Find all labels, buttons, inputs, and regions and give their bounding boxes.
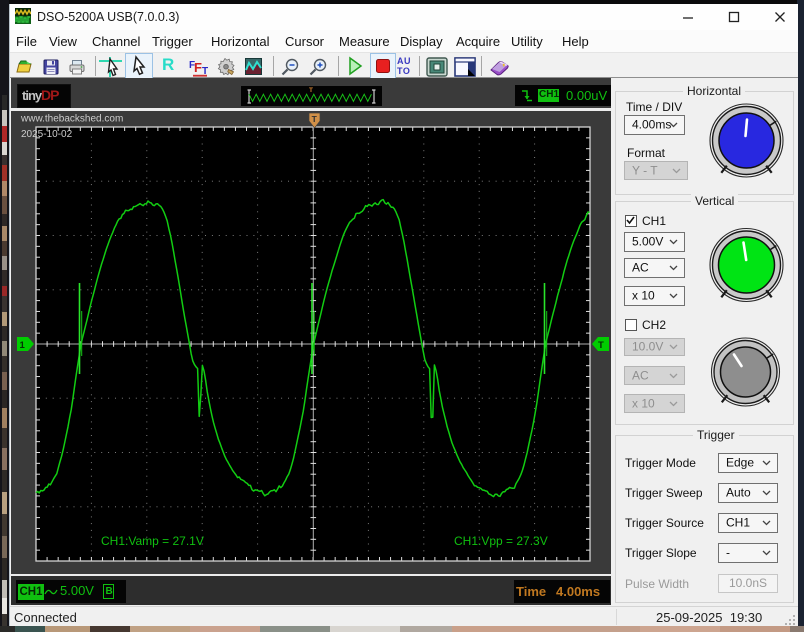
svg-text:2025-10-02: 2025-10-02 bbox=[21, 129, 73, 140]
svg-text:1: 1 bbox=[20, 340, 26, 351]
svg-text:www.thebackshed.com: www.thebackshed.com bbox=[20, 114, 123, 125]
svg-text:T: T bbox=[598, 340, 604, 351]
svg-text:CH1:Vpp = 27.3V: CH1:Vpp = 27.3V bbox=[454, 534, 548, 548]
svg-text:CH1:Vamp = 27.1V: CH1:Vamp = 27.1V bbox=[101, 534, 204, 548]
svg-text:T: T bbox=[312, 114, 318, 124]
svg-text:F: F bbox=[194, 60, 202, 75]
svg-text:T: T bbox=[309, 87, 313, 94]
